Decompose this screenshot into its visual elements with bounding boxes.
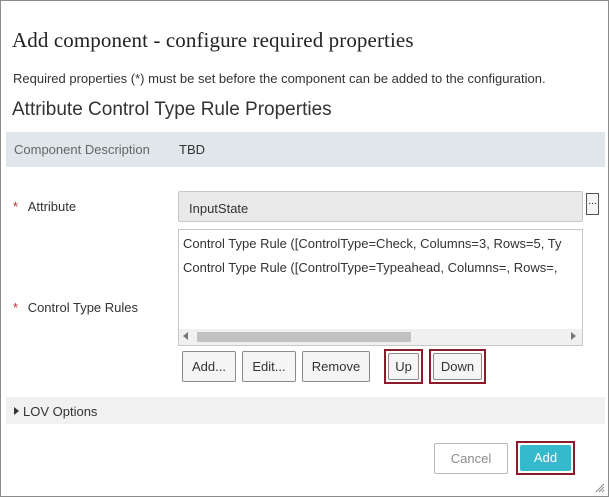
move-down-button[interactable]: Down <box>433 353 482 380</box>
attribute-input[interactable]: InputState <box>178 191 583 222</box>
required-marker: * <box>13 300 19 315</box>
description-label: Component Description <box>14 142 150 157</box>
list-item[interactable]: Control Type Rule ([ControlType=Check, C… <box>183 236 562 251</box>
remove-rule-button[interactable]: Remove <box>302 351 370 382</box>
move-up-button[interactable]: Up <box>388 353 419 380</box>
required-marker: * <box>13 199 19 214</box>
add-button[interactable]: Add <box>520 445 571 471</box>
dialog-title: Add component - configure required prope… <box>12 28 414 52</box>
rules-field-label: * Control Type Rules <box>13 300 138 315</box>
section-title: Attribute Control Type Rule Properties <box>12 99 332 120</box>
edit-rule-button[interactable]: Edit... <box>242 351 296 382</box>
expand-arrow-icon[interactable] <box>14 407 19 415</box>
add-rule-button[interactable]: Add... <box>182 351 236 382</box>
attribute-browse-button[interactable]: ... <box>586 193 599 215</box>
scroll-right-icon[interactable] <box>571 332 576 340</box>
control-type-rules-list[interactable]: Control Type Rule ([ControlType=Check, C… <box>178 229 583 346</box>
scroll-left-icon[interactable] <box>183 332 188 340</box>
description-value: TBD <box>179 142 205 157</box>
horizontal-scrollbar[interactable] <box>179 329 582 345</box>
required-note: Required properties (*) must be set befo… <box>13 71 546 86</box>
add-component-dialog: Add component - configure required prope… <box>0 0 609 497</box>
rules-label: Control Type Rules <box>27 300 139 315</box>
list-item[interactable]: Control Type Rule ([ControlType=Typeahea… <box>183 260 557 275</box>
resize-grip-icon[interactable] <box>595 483 605 493</box>
attribute-label: Attribute <box>27 199 77 214</box>
scrollbar-thumb[interactable] <box>197 332 411 342</box>
lov-options-label[interactable]: LOV Options <box>23 404 97 419</box>
cancel-button[interactable]: Cancel <box>434 443 508 474</box>
attribute-field-label: * Attribute <box>13 199 76 214</box>
